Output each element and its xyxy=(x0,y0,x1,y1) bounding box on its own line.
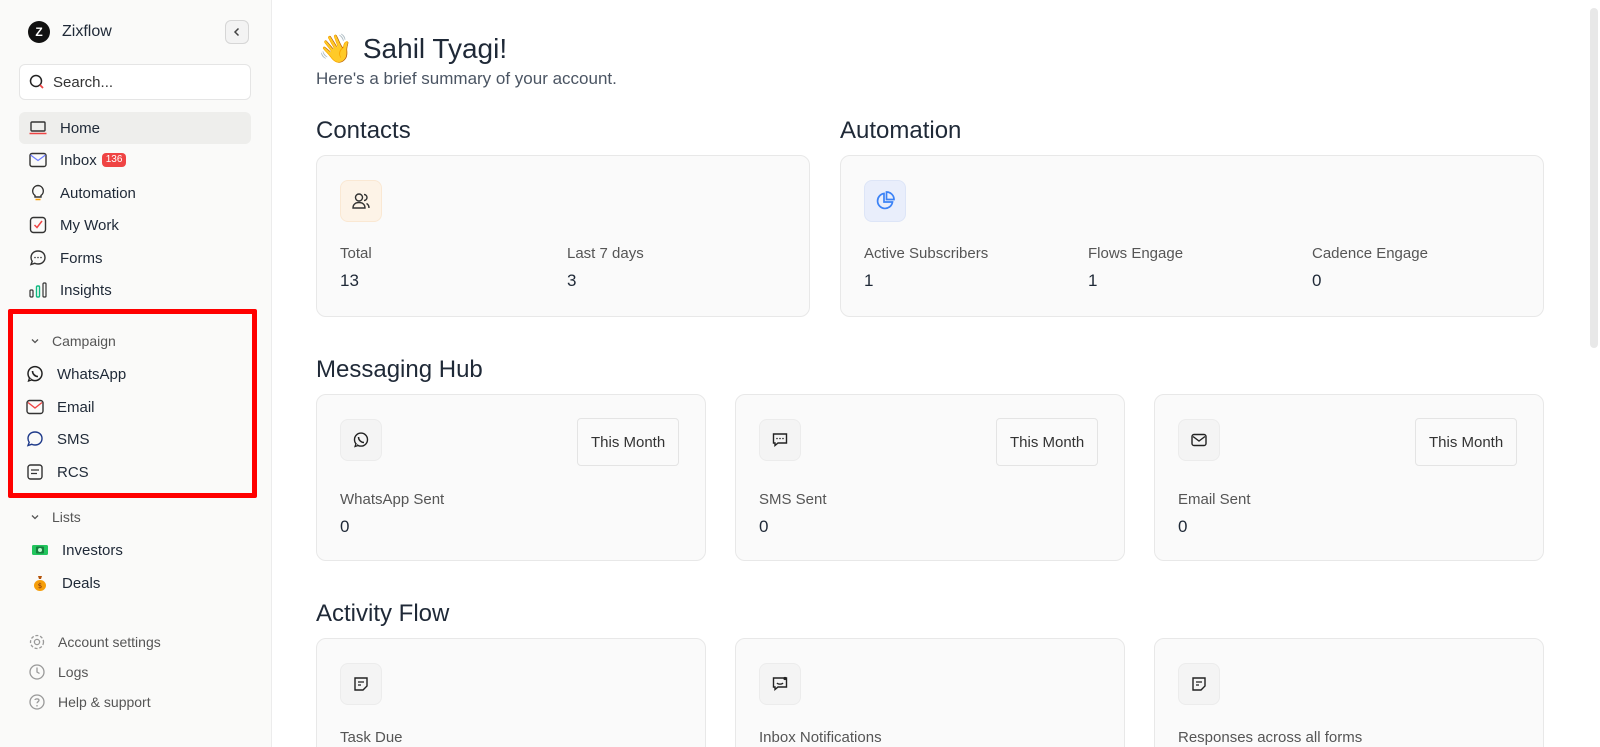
search-box[interactable] xyxy=(19,64,251,100)
sidebar-item-home[interactable]: Home xyxy=(19,112,251,144)
account-settings-link[interactable]: Account settings xyxy=(27,630,161,654)
user-greeting: Sahil Tyagi! xyxy=(362,32,508,64)
sms-sent-value: 0 xyxy=(759,517,769,536)
lightbulb-icon xyxy=(28,183,48,203)
active-subscribers-label: Active Subscribers xyxy=(864,245,989,262)
clock-icon xyxy=(27,662,47,682)
automation-heading: Automation xyxy=(840,117,962,144)
sidebar: Z Zixflow Home Inbox 136 Automation My W… xyxy=(0,0,272,747)
sidebar-item-inbox[interactable]: Inbox 136 xyxy=(19,144,251,176)
sms-sent-label: SMS Sent xyxy=(759,491,827,508)
contacts-last7-value: 3 xyxy=(567,271,577,290)
chevron-left-icon xyxy=(233,27,240,37)
automation-card[interactable]: Active Subscribers 1 Flows Engage 1 Cade… xyxy=(840,155,1544,317)
flows-engage-value: 1 xyxy=(1088,271,1098,290)
money-bag-icon: $ xyxy=(30,573,50,593)
sidebar-item-my-work[interactable]: My Work xyxy=(19,209,251,241)
inbox-notifications-card[interactable]: Inbox Notifications xyxy=(735,638,1125,747)
contacts-card[interactable]: Total 13 Last 7 days 3 xyxy=(316,155,810,317)
task-due-label: Task Due xyxy=(340,729,403,746)
logs-link[interactable]: Logs xyxy=(27,660,88,684)
list-item-label: Deals xyxy=(62,574,101,592)
logs-label: Logs xyxy=(58,664,89,680)
email-sent-value: 0 xyxy=(1178,517,1188,536)
chevron-down-icon xyxy=(31,515,39,520)
waving-hand-icon: 👋 xyxy=(318,33,353,64)
sidebar-item-label: Automation xyxy=(60,184,136,202)
mail-icon xyxy=(1178,419,1220,461)
brand[interactable]: Z Zixflow xyxy=(28,20,112,44)
help-circle-icon xyxy=(27,692,47,712)
whatsapp-sent-label: WhatsApp Sent xyxy=(340,491,445,508)
bar-chart-icon xyxy=(28,280,48,300)
whatsapp-sent-card[interactable]: This Month WhatsApp Sent 0 xyxy=(316,394,706,561)
sms-sent-card[interactable]: This Month SMS Sent 0 xyxy=(735,394,1125,561)
gear-icon xyxy=(27,632,47,652)
contacts-total-label: Total xyxy=(340,245,372,262)
list-item-deals[interactable]: $ Deals xyxy=(30,568,256,598)
sidebar-item-insights[interactable]: Insights xyxy=(19,274,251,306)
campaign-highlight-box xyxy=(8,309,257,498)
sms-icon xyxy=(759,419,801,461)
note-icon xyxy=(340,663,382,705)
pie-chart-icon xyxy=(864,180,906,222)
help-support-link[interactable]: Help & support xyxy=(27,690,151,714)
list-scroll-edge xyxy=(30,614,250,618)
messaging-hub-heading: Messaging Hub xyxy=(316,356,483,383)
activity-flow-heading: Activity Flow xyxy=(316,600,450,627)
contacts-total-value: 13 xyxy=(340,271,359,290)
flows-engage-label: Flows Engage xyxy=(1088,245,1184,262)
sidebar-item-label: Inbox xyxy=(60,151,97,169)
cadence-engage-label: Cadence Engage xyxy=(1312,245,1428,262)
whatsapp-period-button[interactable]: This Month xyxy=(577,418,680,466)
whatsapp-sent-value: 0 xyxy=(340,517,350,536)
message-smile-icon xyxy=(759,663,801,705)
search-input[interactable] xyxy=(53,73,243,91)
page-title: 👋 Sahil Tyagi! xyxy=(318,32,507,65)
account-settings-label: Account settings xyxy=(58,634,161,650)
money-icon xyxy=(30,540,50,560)
zixflow-logo-icon: Z xyxy=(28,21,50,43)
form-responses-label: Responses across all forms xyxy=(1178,729,1363,746)
inbox-count-badge: 136 xyxy=(101,153,127,167)
whatsapp-icon xyxy=(340,419,382,461)
chat-bubble-icon xyxy=(28,248,48,268)
main-scrollbar[interactable] xyxy=(1588,0,1600,747)
svg-text:$: $ xyxy=(38,582,42,590)
email-sent-label: Email Sent xyxy=(1178,491,1251,508)
contacts-last7-label: Last 7 days xyxy=(567,245,644,262)
inbox-icon xyxy=(28,150,48,170)
form-note-icon xyxy=(1178,663,1220,705)
email-sent-card[interactable]: This Month Email Sent 0 xyxy=(1154,394,1544,561)
form-responses-card[interactable]: Responses across all forms xyxy=(1154,638,1544,747)
lists-heading: Lists xyxy=(52,509,81,525)
page-subtitle: Here's a brief summary of your account. xyxy=(316,69,617,88)
list-item-label: Investors xyxy=(62,541,123,559)
sidebar-item-automation[interactable]: Automation xyxy=(19,177,251,209)
contacts-heading: Contacts xyxy=(316,117,411,144)
sidebar-item-forms[interactable]: Forms xyxy=(19,242,251,274)
sidebar-item-label: Insights xyxy=(60,281,112,299)
laptop-icon xyxy=(28,118,48,138)
app-name: Zixflow xyxy=(62,23,112,40)
list-item-investors[interactable]: Investors xyxy=(30,535,256,565)
sidebar-item-label: My Work xyxy=(60,216,119,234)
cadence-engage-value: 0 xyxy=(1312,271,1322,290)
sidebar-item-label: Forms xyxy=(60,249,103,267)
main-content: 👋 Sahil Tyagi! Here's a brief summary of… xyxy=(272,0,1600,747)
checkbox-icon xyxy=(28,215,48,235)
sms-period-button[interactable]: This Month xyxy=(996,418,1099,466)
users-icon xyxy=(340,180,382,222)
scrollbar-thumb[interactable] xyxy=(1590,8,1598,348)
sidebar-item-label: Home xyxy=(60,119,101,137)
email-period-button[interactable]: This Month xyxy=(1415,418,1518,466)
collapse-sidebar-button[interactable] xyxy=(225,20,249,44)
task-due-card[interactable]: Task Due xyxy=(316,638,706,747)
active-subscribers-value: 1 xyxy=(864,271,874,290)
search-icon xyxy=(29,74,44,89)
inbox-notifications-label: Inbox Notifications xyxy=(759,729,882,746)
help-support-label: Help & support xyxy=(58,694,151,710)
lists-section-toggle[interactable]: Lists xyxy=(30,507,81,527)
